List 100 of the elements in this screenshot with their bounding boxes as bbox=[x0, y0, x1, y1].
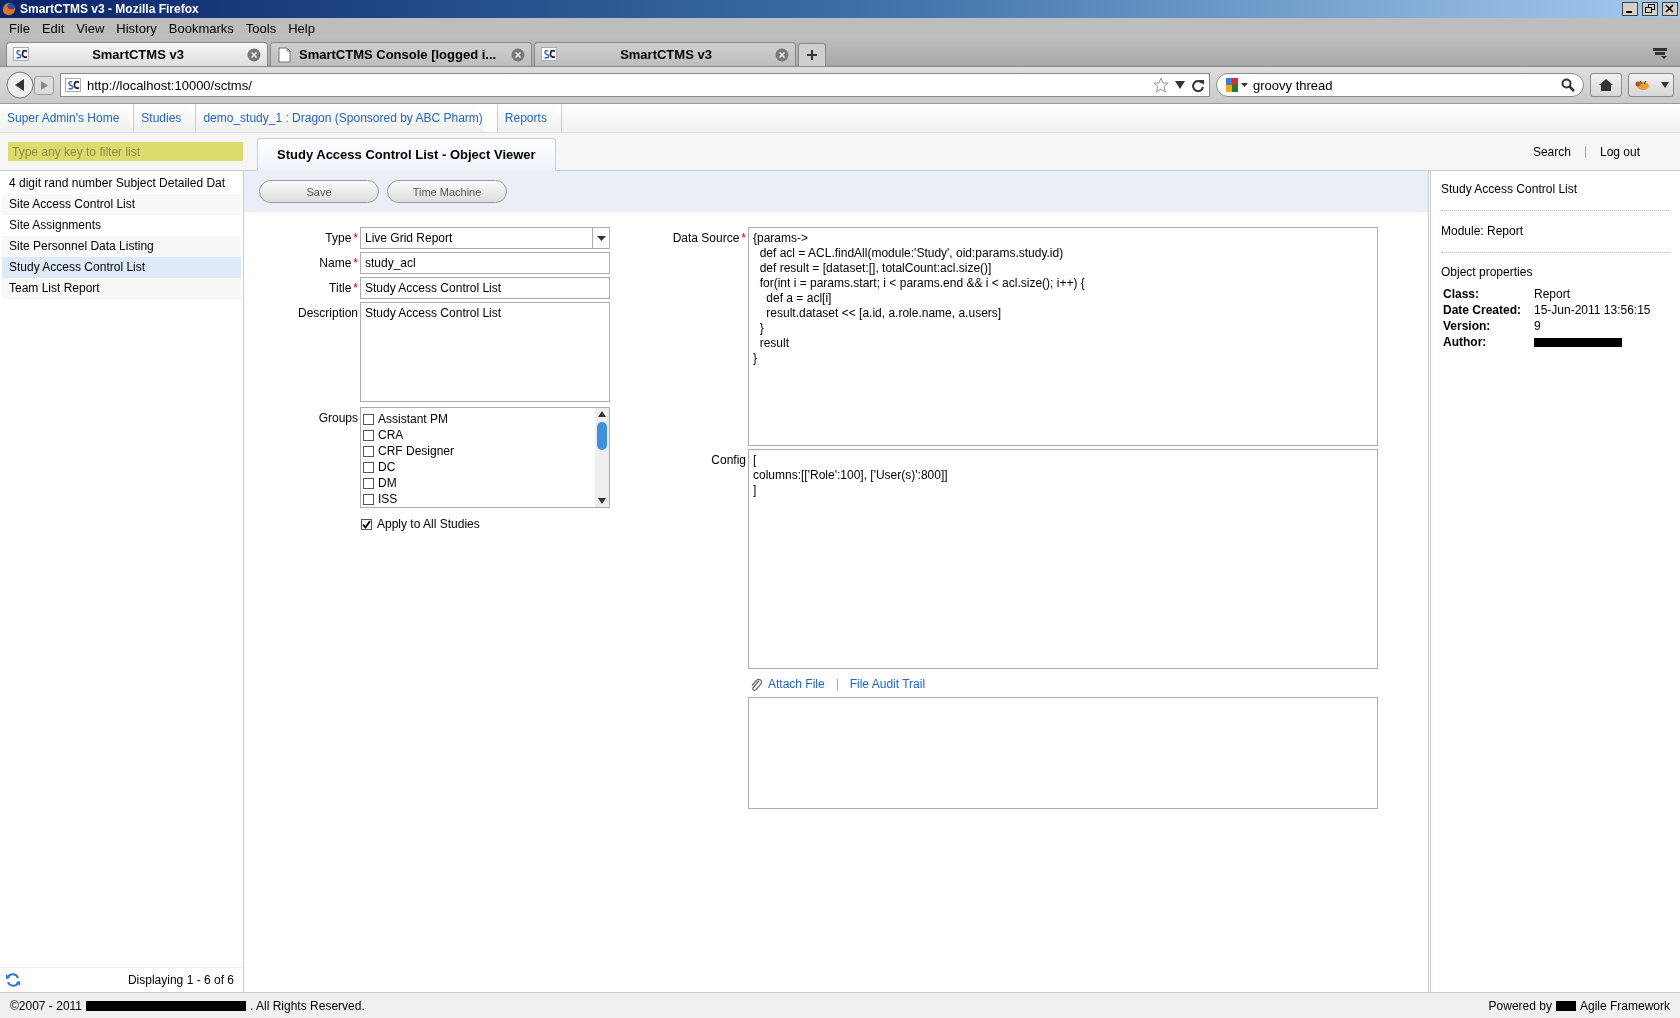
search-engine-icon[interactable] bbox=[1225, 77, 1249, 93]
page-icon bbox=[277, 46, 293, 63]
checkbox[interactable] bbox=[363, 413, 374, 425]
list-status-text: Displaying 1 - 6 of 6 bbox=[127, 973, 234, 987]
minimize-button[interactable] bbox=[1622, 2, 1638, 16]
property-value: 9 bbox=[1534, 319, 1542, 333]
checkbox[interactable] bbox=[363, 461, 374, 473]
type-dropdown[interactable]: Live Grid Report bbox=[360, 227, 610, 249]
menu-item[interactable]: Help bbox=[283, 20, 320, 36]
checkmark-icon bbox=[362, 519, 371, 529]
checkbox-label: DM bbox=[378, 476, 397, 490]
report-list-item[interactable]: Team List Report bbox=[2, 278, 241, 299]
close-button[interactable] bbox=[1662, 2, 1678, 16]
scrollbar[interactable] bbox=[595, 408, 609, 507]
dropdown-arrow-icon bbox=[1660, 82, 1669, 88]
browser-tab[interactable]: SmartCTMS v3 bbox=[6, 42, 268, 66]
search-field[interactable]: groovy thread bbox=[1216, 73, 1584, 97]
powered-by-text: Agile Framework bbox=[1579, 998, 1670, 1013]
description-field[interactable]: Study Access Control List bbox=[360, 302, 610, 402]
checkbox[interactable] bbox=[363, 477, 374, 489]
logo-icon bbox=[65, 78, 81, 92]
addon-button[interactable] bbox=[1628, 73, 1674, 97]
property-label: Author: bbox=[1443, 335, 1488, 349]
window-title: SmartCTMS v3 - Mozilla Firefox bbox=[20, 2, 200, 16]
header-link[interactable]: Log out bbox=[1585, 144, 1654, 159]
paperclip-icon bbox=[750, 677, 762, 691]
object-title: Study Access Control List bbox=[1441, 171, 1669, 211]
property-label: Version: bbox=[1443, 319, 1492, 333]
refresh-icon[interactable] bbox=[5, 972, 21, 988]
property-label: Date Created: bbox=[1443, 303, 1523, 317]
section-heading: Object properties bbox=[1441, 264, 1534, 281]
required-marker: * bbox=[353, 256, 358, 270]
menu-item[interactable]: View bbox=[71, 20, 110, 36]
menu-item[interactable]: Tools bbox=[240, 20, 282, 36]
checkbox-label: CRA bbox=[378, 428, 404, 442]
bug-icon bbox=[1633, 78, 1652, 92]
filter-field[interactable]: Type any key to filter list bbox=[8, 142, 243, 161]
viewer-tab[interactable]: Study Access Control List - Object Viewer bbox=[257, 138, 556, 171]
copyright-text: ©2007 - 2011 bbox=[10, 998, 82, 1013]
property-value: Report bbox=[1534, 287, 1572, 301]
field-label: Type bbox=[325, 231, 352, 245]
property-label: Class: bbox=[1443, 287, 1481, 301]
toolbar-button[interactable]: Time Machine bbox=[387, 180, 507, 203]
attachment-link[interactable]: Attach File bbox=[768, 677, 825, 691]
dropdown-arrow-icon[interactable] bbox=[1175, 81, 1185, 89]
close-icon[interactable] bbox=[775, 47, 789, 62]
menu-item[interactable]: Bookmarks bbox=[163, 20, 239, 36]
restore-button[interactable] bbox=[1642, 2, 1658, 16]
toolbar-button[interactable]: Save bbox=[259, 180, 379, 203]
powered-by-text: Powered by bbox=[1488, 998, 1552, 1013]
menu-item[interactable]: File bbox=[4, 20, 35, 36]
field-label: Data Source bbox=[672, 231, 740, 245]
home-button[interactable] bbox=[1590, 73, 1622, 97]
property-value: 15-Jun-2011 13:56:15 bbox=[1534, 303, 1652, 317]
field-label: Name bbox=[319, 256, 352, 270]
back-button[interactable] bbox=[6, 71, 34, 99]
copyright-text: . All Rights Reserved. bbox=[250, 998, 365, 1013]
checkbox-label: Apply to All Studies bbox=[377, 517, 480, 531]
checkbox[interactable] bbox=[363, 429, 374, 441]
menu-item[interactable]: Edit bbox=[36, 20, 70, 36]
report-list-item[interactable]: Study Access Control List bbox=[2, 257, 241, 278]
browser-tab[interactable]: SmartCTMS v3 bbox=[534, 42, 796, 66]
address-field[interactable]: http://localhost:10000/sctms/ bbox=[60, 73, 1210, 97]
new-tab-button[interactable] bbox=[798, 43, 826, 66]
header-link[interactable]: Search bbox=[1518, 144, 1585, 159]
module-label: Module: Report bbox=[1441, 211, 1669, 253]
checkbox[interactable] bbox=[363, 445, 374, 457]
close-icon[interactable] bbox=[247, 47, 261, 62]
field-label: Title bbox=[329, 281, 352, 295]
attachment-link[interactable]: File Audit Trail bbox=[849, 677, 926, 691]
code-field[interactable]: {params-> def acl = ACL.findAll(module:'Study', oid:params.study.id) def result = [dataset:[], totalCount:acl.size()] for(int i = params.start; i < params.end && i < acl.size(); i++) { def a = acl[i] result.dataset << [a.id, a.role.name, a.users] } result } bbox=[748, 227, 1378, 446]
required-marker: * bbox=[353, 281, 358, 295]
report-list-item[interactable]: Site Access Control List bbox=[2, 194, 241, 215]
checkbox-label: ISS bbox=[378, 492, 398, 506]
close-icon[interactable] bbox=[511, 47, 525, 62]
text-field[interactable]: Study Access Control List bbox=[360, 277, 610, 299]
checkbox-label: CRF Designer bbox=[378, 444, 455, 458]
menu-item[interactable]: History bbox=[111, 20, 162, 36]
search-icon[interactable] bbox=[1561, 78, 1575, 92]
checkbox[interactable] bbox=[361, 518, 372, 530]
required-marker: * bbox=[741, 231, 746, 245]
logo-icon bbox=[541, 46, 557, 63]
star-icon[interactable] bbox=[1153, 77, 1169, 93]
dropdown-arrow-icon bbox=[596, 235, 606, 241]
browser-tab[interactable]: SmartCTMS Console [logged i... bbox=[270, 42, 532, 66]
field-label: Groups bbox=[318, 411, 358, 425]
checkbox[interactable] bbox=[363, 493, 374, 505]
home-icon bbox=[1598, 78, 1614, 92]
report-list-item[interactable]: Site Personnel Data Listing bbox=[2, 236, 241, 257]
firefox-logo-icon bbox=[2, 2, 16, 16]
reload-icon[interactable] bbox=[1191, 78, 1205, 92]
logo-icon bbox=[13, 46, 29, 63]
code-field[interactable]: [ columns:[['Role':100], ['User(s)':800]] ] bbox=[748, 449, 1378, 669]
field-label: Description bbox=[297, 306, 358, 320]
text-field[interactable]: study_acl bbox=[360, 252, 610, 274]
plus-icon bbox=[806, 49, 818, 61]
tab-list-icon[interactable] bbox=[1652, 46, 1668, 60]
required-marker: * bbox=[353, 231, 358, 245]
checkbox-label: Assistant PM bbox=[378, 412, 449, 426]
checkbox-label: DC bbox=[378, 460, 396, 474]
